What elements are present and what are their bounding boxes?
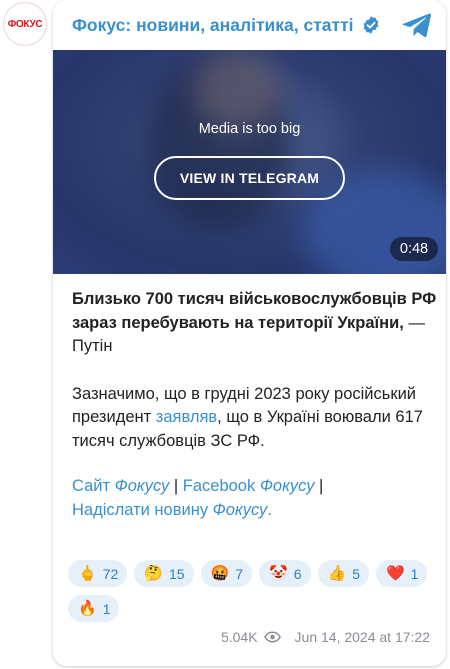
- red-heart-emoji-icon: ❤️: [385, 564, 405, 582]
- blurred-head: [193, 50, 283, 130]
- post-headline: Близько 700 тисяч військовослужбовців РФ…: [72, 290, 437, 355]
- middle-finger-emoji-icon: 🖕: [78, 564, 97, 582]
- statement-link[interactable]: заявляв: [156, 408, 217, 426]
- post-footer: 5.04K Jun 14, 2024 at 17:22: [221, 629, 430, 645]
- post-header: Фокус: новини, аналітика, статті: [53, 0, 446, 50]
- site-link[interactable]: Сайт Фокусу: [72, 477, 169, 495]
- fire-emoji-icon: 🔥: [78, 599, 97, 617]
- eye-icon: [263, 631, 281, 643]
- cursing-face-emoji-icon: 🤬: [210, 564, 230, 582]
- view-in-telegram-button[interactable]: VIEW IN TELEGRAM: [154, 156, 345, 200]
- channel-name-link[interactable]: Фокус: новини, аналітика, статті: [72, 15, 354, 36]
- thumbs-up-emoji-icon: 👍: [327, 564, 347, 582]
- post-bubble: Фокус: новини, аналітика, статті Media i…: [53, 0, 446, 666]
- reaction-count: 1: [102, 600, 111, 617]
- media-too-big-text: Media is too big: [198, 121, 301, 137]
- reaction-count: 72: [102, 565, 119, 582]
- video-preview[interactable]: Media is too big VIEW IN TELEGRAM 0:48: [53, 50, 446, 274]
- reaction-chip[interactable]: 👍 5: [317, 560, 369, 587]
- send-news-link[interactable]: Надіслати новину Фокусу.: [72, 501, 272, 519]
- post-body: Зазначимо, що в грудні 2023 року російсь…: [72, 384, 423, 450]
- telegram-share-icon[interactable]: [402, 12, 432, 38]
- views-count: 5.04K: [220, 629, 258, 645]
- post-text: Близько 700 тисяч військовослужбовців РФ…: [72, 288, 442, 522]
- verified-badge-icon: [363, 16, 378, 34]
- reactions-bar: 🖕 72 🤔 15 🤬 7 🤡 6 👍 5 ❤️ 1 🔥 1: [68, 560, 438, 622]
- reaction-chip[interactable]: 🖕 72: [68, 560, 128, 587]
- reaction-count: 5: [352, 565, 360, 582]
- reaction-count: 7: [235, 565, 244, 582]
- reaction-chip[interactable]: ❤️ 1: [375, 560, 428, 587]
- channel-avatar-logo-text: ФОКУС: [7, 18, 43, 30]
- post-timestamp[interactable]: Jun 14, 2024 at 17:22: [295, 629, 430, 645]
- reaction-chip[interactable]: 🤡 6: [259, 560, 311, 587]
- reaction-count: 1: [410, 565, 419, 582]
- clown-emoji-icon: 🤡: [269, 564, 288, 582]
- reaction-chip[interactable]: 🤔 15: [134, 560, 194, 587]
- video-duration-badge: 0:48: [390, 237, 438, 261]
- reaction-chip[interactable]: 🔥 1: [68, 595, 120, 622]
- facebook-link[interactable]: Facebook Фокусу: [183, 477, 315, 495]
- channel-avatar[interactable]: ФОКУС: [3, 2, 47, 46]
- thinking-emoji-icon: 🤔: [144, 564, 163, 582]
- post-links: Сайт Фокусу | Facebook Фокусу | Надіслати…: [72, 477, 324, 519]
- reaction-count: 6: [293, 565, 302, 582]
- reaction-count: 15: [168, 565, 185, 582]
- reaction-chip[interactable]: 🤬 7: [200, 560, 253, 587]
